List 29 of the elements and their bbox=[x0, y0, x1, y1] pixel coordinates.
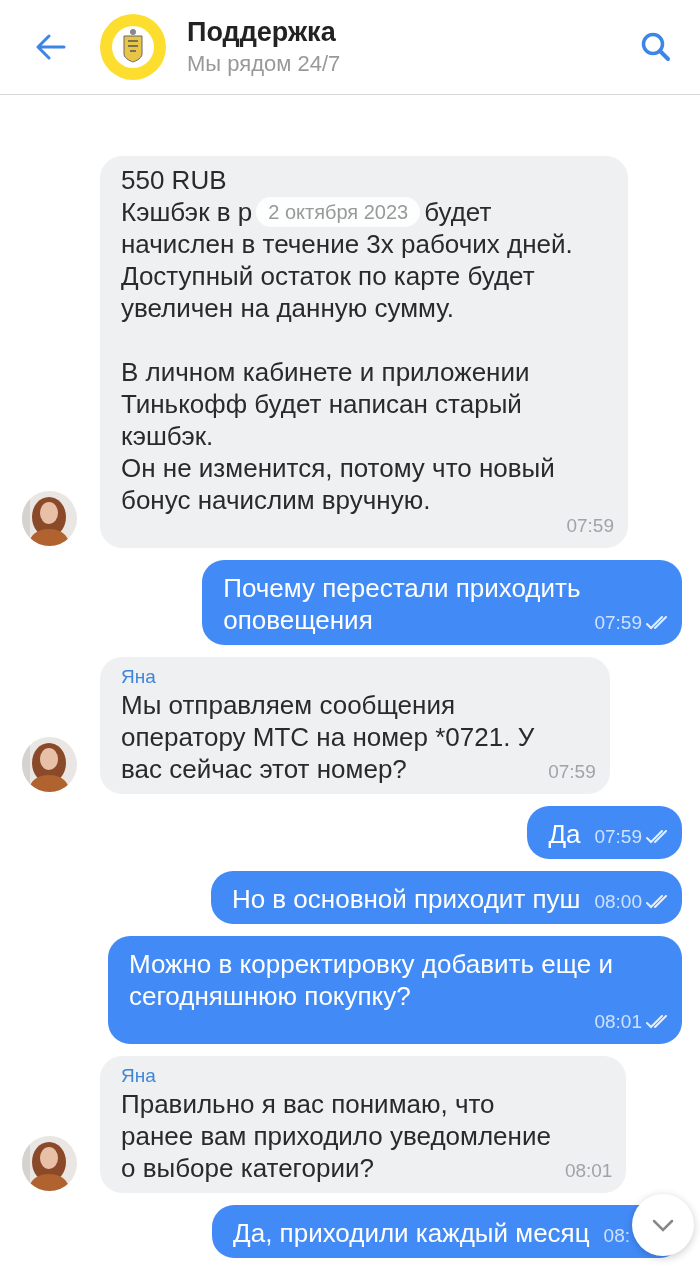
message-text: начислен в течение 3х рабочих дней. Доступный остаток по карте будет увеличен на данную сумму. В личном кабинете и приложении Тинькофф будет написан старый кэшбэк. Он не изменится, потому что новый бонус начислим вручную. bbox=[121, 228, 573, 516]
message-text: Но в основной приходит пуш bbox=[231, 883, 581, 915]
chat-title: Поддержка bbox=[187, 16, 337, 49]
search-icon bbox=[640, 31, 672, 63]
message-time: 07:59 bbox=[594, 613, 642, 633]
back-arrow-icon bbox=[36, 34, 66, 60]
message-text: будет bbox=[424, 196, 492, 228]
message-time: 07:59 bbox=[594, 827, 642, 847]
message-text: Можно в корректировку добавить еще и сегодняшнюю покупку? bbox=[129, 948, 613, 1012]
scroll-down-button[interactable] bbox=[632, 1194, 694, 1256]
sender-name: Яна bbox=[121, 1064, 156, 1088]
message-text: 550 RUB bbox=[121, 164, 227, 196]
message-text: Да, приходили каждый месяц bbox=[233, 1217, 590, 1249]
sender-name: Яна bbox=[121, 665, 156, 689]
chevron-down-icon bbox=[652, 1218, 674, 1232]
message-text: Почему перестали приходить оповещения bbox=[223, 572, 581, 636]
message-text: Мы отправляем сообщения оператору МТС на номер *0721. У вас сейчас этот номер? bbox=[121, 689, 535, 785]
message-time: 07:59 bbox=[548, 762, 596, 782]
bank-logo-icon bbox=[100, 14, 166, 80]
message-text: Да bbox=[548, 818, 581, 850]
message-time: 08:01 bbox=[594, 1012, 642, 1032]
chat-subtitle: Мы рядом 24/7 bbox=[187, 50, 342, 78]
message-text: Кэшбэк в р bbox=[121, 196, 253, 228]
message-time: 08:01 bbox=[564, 1161, 613, 1181]
message-time: 07:59 bbox=[566, 516, 614, 536]
date-badge: 2 октября 2023 bbox=[256, 197, 421, 227]
message-time: 08:00 bbox=[594, 892, 642, 912]
message-text: Правильно я вас понимаю, что ранее вам приходило уведомление о выборе категории? bbox=[121, 1088, 551, 1184]
message-time: 08: bbox=[603, 1226, 630, 1246]
